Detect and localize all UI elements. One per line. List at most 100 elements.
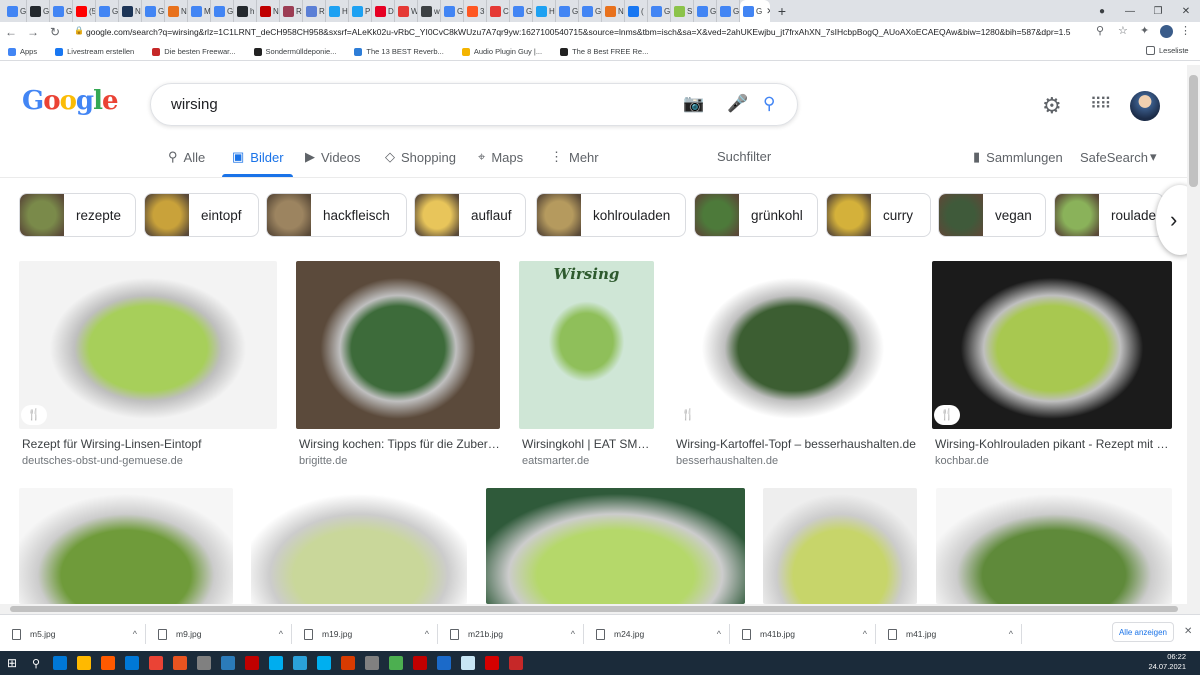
safesearch-button[interactable]: SafeSearch ▾ (1080, 149, 1156, 165)
result-title[interactable]: Wirsing kochen: Tipps für die Zubereitun… (299, 437, 503, 451)
tools-button[interactable]: Suchfilter (717, 149, 771, 164)
browser-tab[interactable]: C (487, 0, 510, 22)
browser-tab[interactable]: P (349, 0, 372, 22)
browser-tab[interactable]: G (441, 0, 464, 22)
taskbar-app[interactable] (96, 651, 120, 675)
result-source[interactable]: kochbar.de (935, 455, 989, 467)
close-downloads-icon[interactable]: ✕ (1184, 626, 1192, 637)
bookmark-item[interactable]: Livestream erstellen (55, 47, 134, 56)
browser-tab[interactable]: h (234, 0, 257, 22)
download-item[interactable]: m24.jpg ^ (584, 624, 730, 644)
tab-videos[interactable]: ▶ Videos (305, 149, 361, 165)
image-result[interactable]: Wirsing kochen: Tipps für die Zubereitun… (296, 261, 503, 471)
image-result[interactable] (19, 488, 233, 604)
search-input[interactable]: wirsing (171, 96, 218, 113)
browser-tab[interactable]: G (717, 0, 740, 22)
taskbar-app[interactable] (384, 651, 408, 675)
browser-tab[interactable]: M (188, 0, 211, 22)
taskbar-app[interactable] (336, 651, 360, 675)
taskbar-app[interactable] (432, 651, 456, 675)
bookmark-item[interactable]: Die besten Freewar... (152, 47, 236, 56)
download-item[interactable]: m5.jpg ^ (0, 624, 146, 644)
browser-tab[interactable]: R (280, 0, 303, 22)
maximize-button[interactable]: ❐ (1144, 0, 1172, 22)
result-thumbnail[interactable] (486, 488, 745, 604)
taskbar-app[interactable] (456, 651, 480, 675)
browser-tab[interactable]: N (119, 0, 142, 22)
image-result[interactable]: 🍴 Wirsing-Kohlrouladen pikant - Rezept mi… (932, 261, 1175, 471)
related-search-chip[interactable]: kohlrouladen (536, 193, 686, 237)
taskbar-app[interactable] (48, 651, 72, 675)
browser-tab[interactable]: S (671, 0, 694, 22)
vertical-scroll-thumb[interactable] (1189, 75, 1198, 187)
bookmark-item[interactable]: The 8 Best FREE Re... (560, 47, 648, 56)
profile-tab-search-icon[interactable]: ● (1088, 0, 1116, 22)
taskbar-app[interactable] (240, 651, 264, 675)
forward-button[interactable]: → (22, 25, 44, 39)
result-thumbnail[interactable] (19, 261, 277, 429)
browser-tab[interactable]: G (50, 0, 73, 22)
download-menu-chevron-icon[interactable]: ^ (1009, 629, 1013, 639)
related-search-chip[interactable]: vegan (938, 193, 1046, 237)
download-menu-chevron-icon[interactable]: ^ (571, 629, 575, 639)
image-result[interactable]: 🍴 Wirsing-Kartoffel-Topf – besserhaushalt… (673, 261, 916, 471)
result-source[interactable]: brigitte.de (299, 455, 347, 467)
download-menu-chevron-icon[interactable]: ^ (863, 629, 867, 639)
taskbar-search[interactable]: ⚲ (24, 651, 48, 675)
browser-tab[interactable]: D (372, 0, 395, 22)
result-source[interactable]: eatsmarter.de (522, 455, 589, 467)
collections-button[interactable]: ▮ Sammlungen (973, 149, 1063, 165)
download-item[interactable]: m21b.jpg ^ (438, 624, 584, 644)
close-window-button[interactable]: ✕ (1172, 0, 1200, 22)
download-menu-chevron-icon[interactable]: ^ (133, 629, 137, 639)
result-thumbnail[interactable] (673, 261, 913, 429)
taskbar-app[interactable] (264, 651, 288, 675)
browser-tab[interactable]: ( (625, 0, 648, 22)
download-item[interactable]: m41.jpg ^ (876, 624, 1022, 644)
browser-tab[interactable]: G (211, 0, 234, 22)
image-result[interactable] (486, 488, 745, 604)
horizontal-scroll-thumb[interactable] (10, 606, 1178, 612)
browser-tab[interactable]: H (326, 0, 349, 22)
microphone-icon[interactable]: 🎤 (727, 94, 748, 114)
result-title[interactable]: Wirsing-Kohlrouladen pikant - Rezept mit… (935, 437, 1175, 451)
horizontal-scrollbar[interactable] (0, 604, 1200, 614)
browser-tab[interactable]: G (556, 0, 579, 22)
taskbar-app[interactable] (216, 651, 240, 675)
tab-shopping[interactable]: ◇ Shopping (385, 149, 456, 165)
download-item[interactable]: m19.jpg ^ (292, 624, 438, 644)
result-thumbnail[interactable] (763, 488, 917, 604)
taskbar-app[interactable] (360, 651, 384, 675)
reading-list[interactable]: Leseliste (1146, 46, 1189, 55)
settings-gear-icon[interactable]: ⚙ (1042, 93, 1062, 119)
show-all-downloads-button[interactable]: Alle anzeigen (1112, 622, 1174, 642)
browser-tab[interactable]: R (303, 0, 326, 22)
search-box[interactable]: wirsing 📷 🎤 ⚲ (150, 83, 798, 126)
browser-tab[interactable]: N (602, 0, 625, 22)
taskbar-app[interactable] (504, 651, 528, 675)
menu-icon[interactable]: ⋮ (1180, 24, 1191, 37)
browser-tab[interactable]: G (27, 0, 50, 22)
related-search-chip[interactable]: rezepte (19, 193, 136, 237)
image-result[interactable] (251, 488, 467, 604)
download-item[interactable]: m41b.jpg ^ (730, 624, 876, 644)
image-result[interactable] (936, 488, 1172, 604)
related-search-chip[interactable]: hackfleisch (266, 193, 407, 237)
address-bar[interactable]: google.com/search?q=wirsing&rlz=1C1LRNT_… (86, 24, 1116, 40)
related-search-chip[interactable]: curry (826, 193, 931, 237)
minimize-button[interactable]: — (1116, 0, 1144, 22)
browser-tab[interactable]: G (96, 0, 119, 22)
apps-grid-icon[interactable]: ⠿⠿ (1090, 94, 1111, 114)
browser-tab[interactable]: G (142, 0, 165, 22)
related-search-chip[interactable]: auflauf (414, 193, 526, 237)
system-clock[interactable]: 06:22 24.07.2021 (1148, 652, 1186, 672)
image-result[interactable]: Wirsing Wirsingkohl | EAT SMARTER eatsmart… (519, 261, 657, 471)
browser-tab[interactable]: W (395, 0, 418, 22)
google-doodle-logo[interactable]: Google (22, 86, 119, 122)
related-search-chip[interactable]: grünkohl (694, 193, 818, 237)
browser-tab[interactable]: G (510, 0, 533, 22)
result-thumbnail[interactable]: Wirsing (519, 261, 654, 429)
browser-tab[interactable]: H (533, 0, 556, 22)
taskbar-app[interactable] (168, 651, 192, 675)
result-thumbnail[interactable] (932, 261, 1172, 429)
